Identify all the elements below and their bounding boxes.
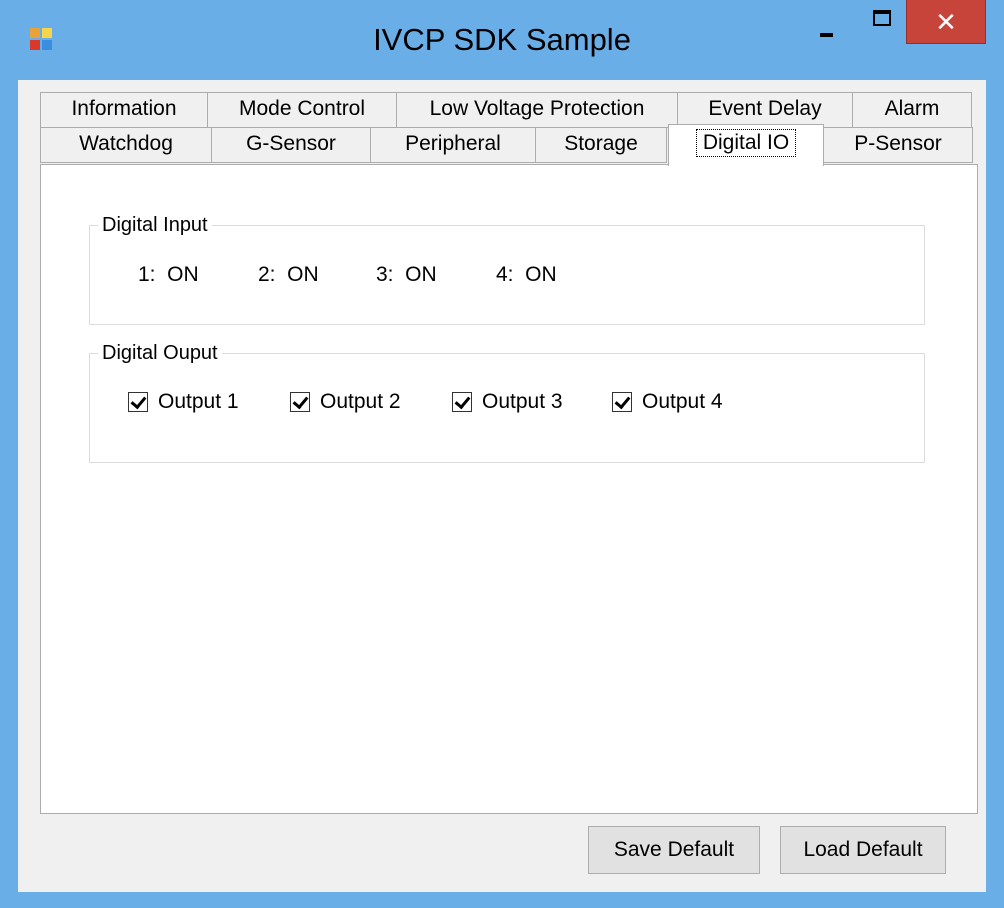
digital-output-group-title: Digital Ouput xyxy=(98,340,222,366)
checkbox-checked-icon[interactable] xyxy=(128,392,148,412)
output-3-label: Output 3 xyxy=(482,390,563,413)
minimize-button[interactable] xyxy=(800,0,856,44)
close-icon: ✕ xyxy=(935,7,957,37)
tab-event-delay[interactable]: Event Delay xyxy=(677,92,853,128)
output-1-checkbox[interactable]: Output 1 xyxy=(128,388,239,416)
maximize-button[interactable] xyxy=(856,0,906,44)
tab-peripheral[interactable]: Peripheral xyxy=(370,127,536,163)
checkbox-checked-icon[interactable] xyxy=(612,392,632,412)
checkbox-checked-icon[interactable] xyxy=(452,392,472,412)
output-3-checkbox[interactable]: Output 3 xyxy=(452,388,563,416)
title-bar[interactable]: IVCP SDK Sample ✕ xyxy=(0,0,1004,80)
digital-input-2-status: 2: ON xyxy=(258,263,319,286)
digital-input-4-status: 4: ON xyxy=(496,263,557,286)
tab-page-digital-io: Digital Input 1: ON 2: ON 3: ON 4: ON Di… xyxy=(40,164,978,814)
tab-alarm[interactable]: Alarm xyxy=(852,92,972,128)
load-default-button[interactable]: Load Default xyxy=(780,826,946,874)
save-default-button[interactable]: Save Default xyxy=(588,826,760,874)
digital-input-group: Digital Input 1: ON 2: ON 3: ON 4: ON xyxy=(89,212,925,325)
tab-low-voltage-protection[interactable]: Low Voltage Protection xyxy=(396,92,678,128)
output-2-checkbox[interactable]: Output 2 xyxy=(290,388,401,416)
tab-p-sensor[interactable]: P-Sensor xyxy=(823,127,973,163)
digital-input-group-title: Digital Input xyxy=(98,212,212,238)
dialog-client-area: Information Mode Control Low Voltage Pro… xyxy=(18,80,986,892)
tab-digital-io-label: Digital IO xyxy=(695,129,797,157)
output-1-label: Output 1 xyxy=(158,390,239,413)
tab-storage[interactable]: Storage xyxy=(535,127,667,163)
checkbox-checked-icon[interactable] xyxy=(290,392,310,412)
app-window: IVCP SDK Sample ✕ Information Mode Contr… xyxy=(0,0,1004,908)
tab-digital-io[interactable]: Digital IO xyxy=(668,124,824,166)
tab-strip: Information Mode Control Low Voltage Pro… xyxy=(18,80,986,166)
digital-input-1-status: 1: ON xyxy=(138,263,199,286)
tab-watchdog[interactable]: Watchdog xyxy=(40,127,212,163)
close-button[interactable]: ✕ xyxy=(906,0,986,44)
digital-output-group: Digital Ouput Output 1 Output 2 Output 3… xyxy=(89,340,925,463)
output-4-checkbox[interactable]: Output 4 xyxy=(612,388,723,416)
tab-information[interactable]: Information xyxy=(40,92,208,128)
output-4-label: Output 4 xyxy=(642,390,723,413)
tab-mode-control[interactable]: Mode Control xyxy=(207,92,397,128)
digital-input-3-status: 3: ON xyxy=(376,263,437,286)
tab-g-sensor[interactable]: G-Sensor xyxy=(211,127,371,163)
output-2-label: Output 2 xyxy=(320,390,401,413)
